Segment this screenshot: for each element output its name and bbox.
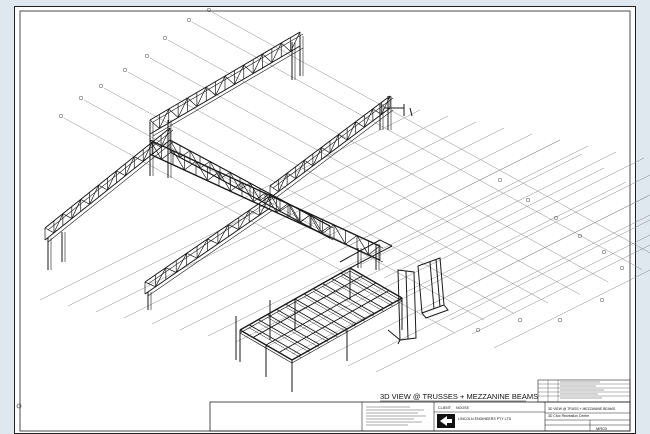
drawing-canvas: 3D VIEW @ TRUSSES + MEZZANINE BEAMS CLIE… (16, 7, 650, 432)
company-logo-icon (437, 414, 455, 428)
mezzanine-beams (235, 239, 403, 392)
view-title: 3D VIEW @ TRUSSES + MEZZANINE BEAMS (380, 392, 538, 401)
grid-bubbles (58, 7, 625, 333)
drawing-viewer: 3D VIEW @ TRUSSES + MEZZANINE BEAMS CLIE… (0, 0, 650, 434)
project-name: 3D Civic Recreation Centre (548, 414, 589, 418)
client-label: CLIENT: (438, 406, 452, 410)
drawing-number: MR03 (596, 426, 607, 431)
sheet-title-small: 3D VIEW @ TRUSS + MEZZANINE BEAMS (548, 407, 616, 411)
client-value: NOOSE (456, 406, 470, 410)
company-name: LINCOLN ENGINEERS PTY LTD (458, 417, 512, 421)
title-block (209, 379, 631, 432)
trusses (44, 31, 413, 310)
setout-grid (39, 11, 650, 373)
